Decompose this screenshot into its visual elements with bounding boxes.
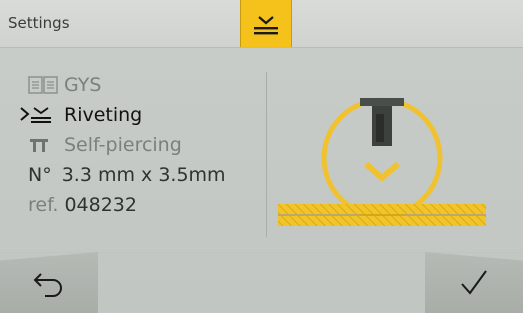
reference-value: 048232 <box>64 194 137 216</box>
back-button[interactable] <box>0 252 98 313</box>
number-prefix: N° <box>28 164 52 186</box>
header-bar: Settings <box>0 0 523 48</box>
info-row-reference: ref. 048232 <box>28 194 137 216</box>
check-icon <box>461 269 487 295</box>
undo-arrow-icon <box>33 272 62 297</box>
settings-screen: Settings GYS Riveting Self-piercing N° 3… <box>0 0 523 313</box>
dimensions-value: 3.3 mm x 3.5mm <box>61 164 226 186</box>
reference-prefix: ref. <box>28 194 59 216</box>
info-row-self-piercing: Self-piercing <box>28 134 182 156</box>
selected-chevron-icon <box>20 107 51 123</box>
vertical-divider <box>266 72 267 237</box>
riveting-icon <box>254 15 278 34</box>
bottom-bar <box>0 252 523 313</box>
page-title: Settings <box>8 14 70 32</box>
info-row-gys: GYS <box>28 74 101 96</box>
pi-icon <box>28 137 64 153</box>
info-row-riveting: Riveting <box>20 104 142 126</box>
chevron-down-icon <box>364 161 400 181</box>
self-piercing-label: Self-piercing <box>64 134 182 156</box>
tab-riveting[interactable] <box>240 0 292 47</box>
riveting-illustration <box>278 97 486 226</box>
info-row-dimensions: N° 3.3 mm x 3.5mm <box>28 164 226 186</box>
gys-label: GYS <box>64 74 102 96</box>
book-icon <box>28 76 64 94</box>
confirm-button[interactable] <box>425 252 523 313</box>
riveting-label: Riveting <box>64 104 143 126</box>
